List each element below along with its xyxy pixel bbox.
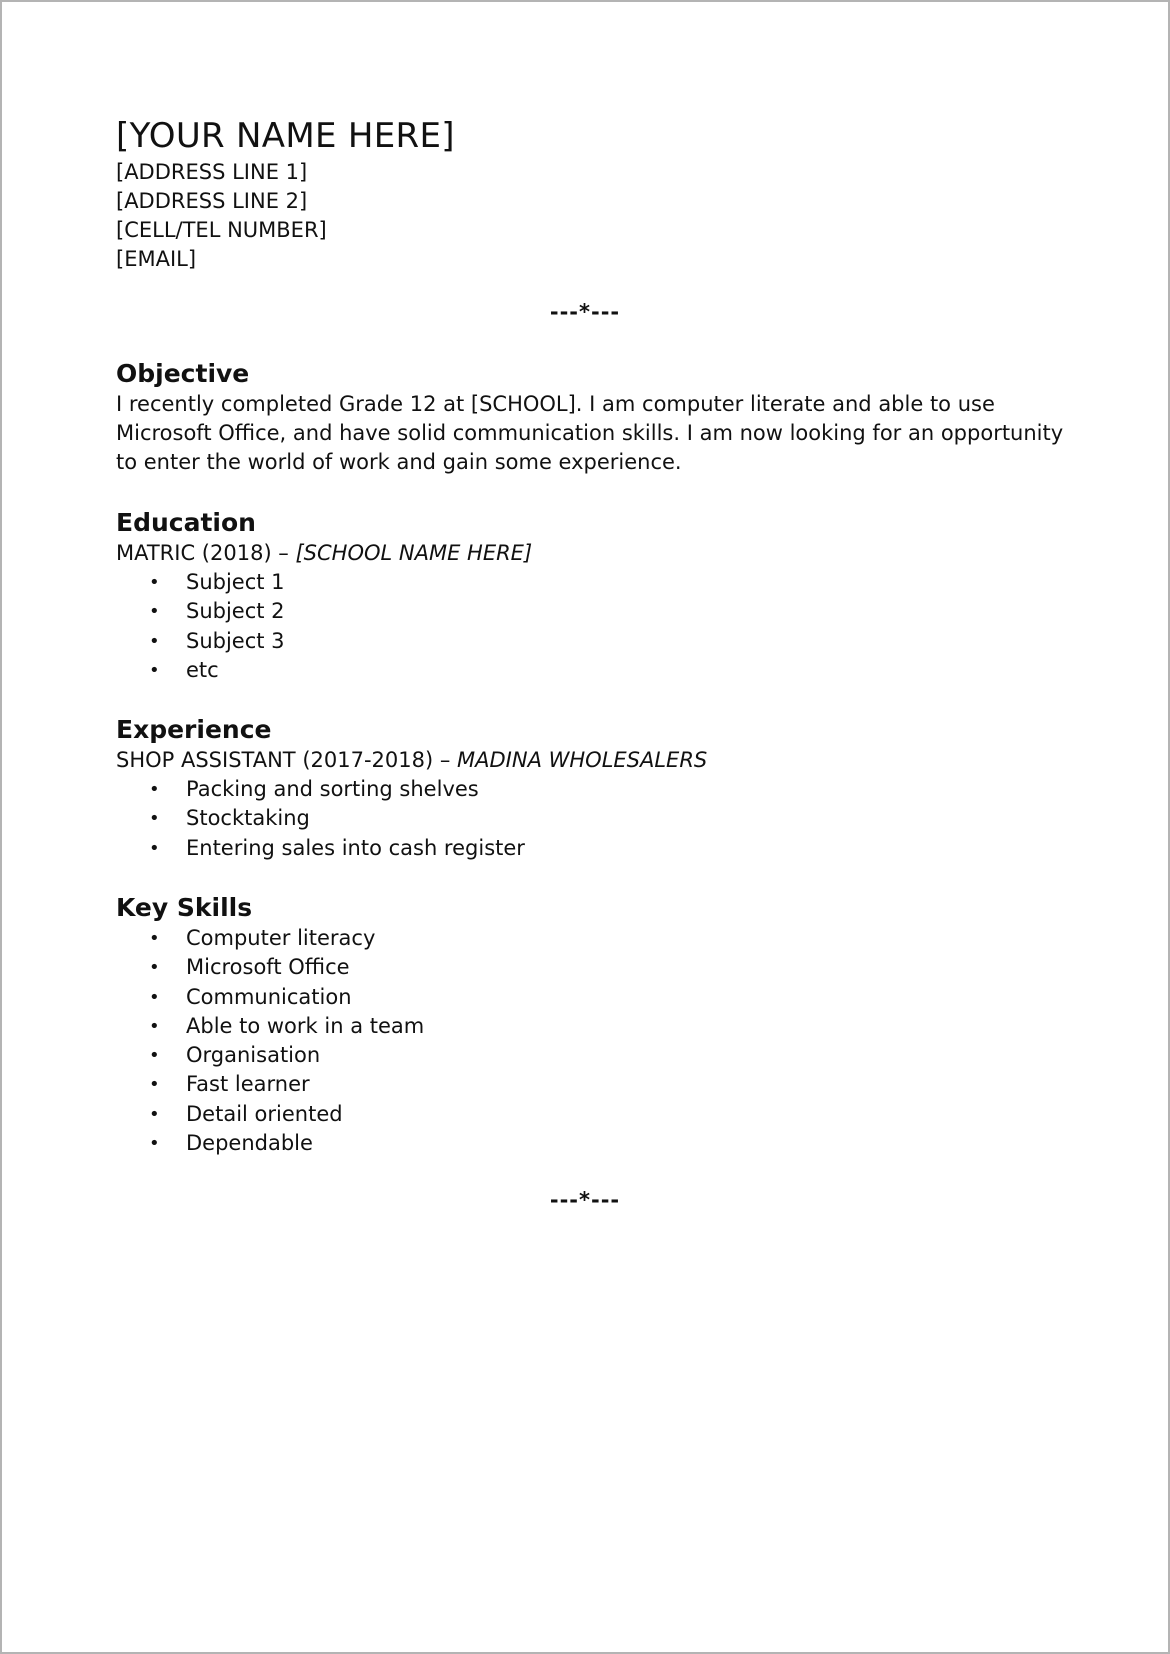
education-qualification-line: MATRIC (2018) – [SCHOOL NAME HERE] — [116, 539, 1076, 568]
school-name: [SCHOOL NAME HERE] — [295, 541, 533, 565]
skills-heading: Key Skills — [116, 893, 253, 922]
list-item: • Fast learner — [116, 1070, 1076, 1099]
bullet-icon: • — [149, 1074, 160, 1096]
list-item: • Dependable — [116, 1129, 1076, 1158]
education-heading: Education — [116, 508, 256, 537]
bullet-icon: • — [149, 779, 160, 800]
bullet-icon: • — [149, 630, 160, 652]
duties-list: • Packing and sorting shelves • Stocktakin… — [116, 775, 1076, 863]
education-section: Education MATRIC (2018) – [SCHOOL NAME H… — [116, 507, 1076, 685]
bullet-icon: • — [149, 1015, 160, 1037]
bullet-icon: • — [149, 659, 160, 681]
bullet-icon: • — [149, 601, 160, 623]
experience-role-line: SHOP ASSISTANT (2017-2018) – MADINA WHOL… — [116, 746, 1076, 775]
skills-section: Key Skills • Computer literacy • Microsoft… — [116, 892, 1076, 1158]
skill: Communication — [186, 984, 352, 1009]
section-divider-top: ---*--- — [549, 300, 621, 324]
list-item: • Stocktaking — [116, 804, 1076, 833]
objective-section: Objective I recently completed Grade 12 … — [116, 358, 1076, 477]
resume-page: [YOUR NAME HERE] [ADDRESS LINE 1] [ADDRE… — [0, 0, 1170, 1654]
skill: Organisation — [186, 1043, 321, 1068]
subject: Subject 3 — [186, 628, 285, 653]
skill: Computer literacy — [186, 926, 376, 950]
objective-heading: Objective — [116, 359, 250, 388]
bullet-icon: • — [149, 957, 160, 979]
list-item: • Packing and sorting shelves — [116, 775, 1076, 804]
skill: Dependable — [186, 1131, 313, 1156]
bullet-icon: • — [149, 808, 160, 830]
bullet-icon: • — [149, 986, 160, 1008]
address-line-1: [ADDRESS LINE 1] — [116, 160, 308, 184]
bullet-icon: • — [149, 928, 160, 949]
list-item: • Able to work in a team — [116, 1012, 1076, 1041]
subject: Subject 2 — [186, 599, 285, 624]
list-item: • Subject 1 — [116, 568, 1076, 597]
subject: Subject 1 — [186, 570, 285, 594]
list-item: • Subject 2 — [116, 597, 1076, 626]
list-item: • Microsoft Office — [116, 953, 1076, 982]
list-item: • Organisation — [116, 1041, 1076, 1070]
skills-list: • Computer literacy • Microsoft Office • Co… — [116, 924, 1076, 1158]
skill: Microsoft Office — [186, 955, 350, 980]
bullet-icon: • — [149, 837, 160, 859]
bullet-icon: • — [149, 1103, 160, 1125]
section-divider-bottom: ---*--- — [549, 1188, 621, 1212]
experience-heading: Experience — [116, 715, 272, 744]
bullet-icon: • — [149, 1045, 160, 1067]
objective-text: I recently completed Grade 12 at [SCHOOL… — [116, 392, 1064, 474]
list-item: • Entering sales into cash register — [116, 834, 1076, 863]
subject: etc — [186, 657, 219, 682]
duty: Stocktaking — [186, 806, 310, 831]
job-role: SHOP ASSISTANT (2017-2018) – — [116, 748, 458, 772]
resume-header: [YOUR NAME HERE] [ADDRESS LINE 1] [ADDRE… — [116, 114, 455, 274]
list-item: • etc — [116, 656, 1076, 685]
skill: Detail oriented — [186, 1101, 343, 1126]
list-item: • Subject 3 — [116, 627, 1076, 656]
bullet-icon: • — [149, 1133, 160, 1155]
qualification: MATRIC (2018) – — [116, 541, 296, 565]
employer-name: MADINA WHOLESALERS — [457, 748, 708, 772]
phone-number: [CELL/TEL NUMBER] — [116, 218, 327, 242]
list-item: • Detail oriented — [116, 1100, 1076, 1129]
list-item: • Communication — [116, 983, 1076, 1012]
skill: Fast learner — [186, 1072, 310, 1097]
duty: Packing and sorting shelves — [186, 777, 479, 801]
address-line-2: [ADDRESS LINE 2] — [116, 189, 308, 213]
bullet-icon: • — [149, 572, 160, 593]
subjects-list: • Subject 1 • Subject 2 • Subject 3 • etc — [116, 568, 1076, 685]
applicant-name: [YOUR NAME HERE] — [116, 116, 455, 156]
email: [EMAIL] — [116, 247, 197, 271]
duty: Entering sales into cash register — [186, 835, 525, 860]
experience-section: Experience SHOP ASSISTANT (2017-2018) – … — [116, 714, 1076, 863]
skill: Able to work in a team — [186, 1013, 425, 1038]
list-item: • Computer literacy — [116, 924, 1076, 953]
